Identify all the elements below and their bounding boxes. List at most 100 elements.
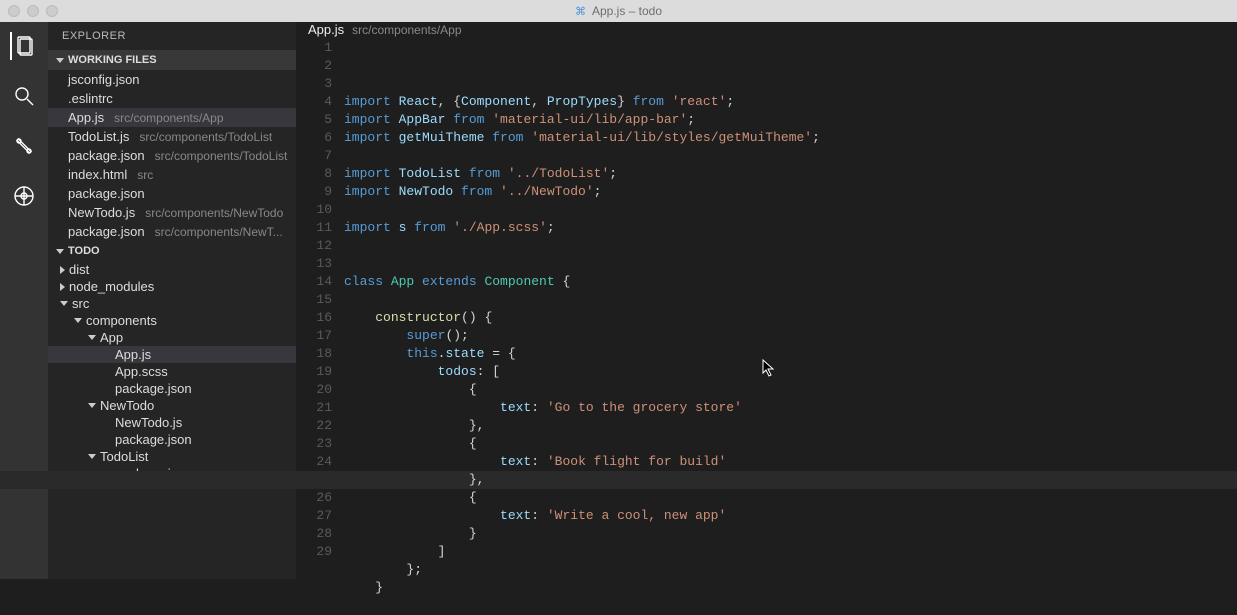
working-file-item[interactable]: index.htmlsrc bbox=[48, 165, 296, 184]
line-number: 29 bbox=[296, 543, 332, 561]
working-file-item[interactable]: package.json bbox=[48, 184, 296, 203]
code-line[interactable]: { bbox=[344, 381, 1237, 399]
tree-label: dist bbox=[69, 262, 89, 277]
line-number: 26 bbox=[296, 489, 332, 507]
tree-file[interactable]: App.js bbox=[48, 346, 296, 363]
working-file-item[interactable]: App.jssrc/components/App bbox=[48, 108, 296, 127]
explorer-icon[interactable] bbox=[10, 32, 38, 60]
tree-file[interactable]: package.json bbox=[48, 431, 296, 448]
chevron-right-icon bbox=[60, 283, 65, 291]
code-line[interactable]: } bbox=[344, 525, 1237, 543]
git-icon[interactable] bbox=[10, 132, 38, 160]
line-number: 21 bbox=[296, 399, 332, 417]
code-content[interactable]: import React, {Component, PropTypes} fro… bbox=[344, 37, 1237, 615]
tree-folder[interactable]: node_modules bbox=[48, 278, 296, 295]
code-line[interactable]: import TodoList from '../TodoList'; bbox=[344, 165, 1237, 183]
file-name: package.json bbox=[68, 186, 145, 201]
code-line[interactable]: text: 'Write a cool, new app' bbox=[344, 507, 1237, 525]
code-line[interactable]: import s from './App.scss'; bbox=[344, 219, 1237, 237]
tree-label: package.json bbox=[115, 432, 192, 447]
line-number: 5 bbox=[296, 111, 332, 129]
line-number: 28 bbox=[296, 525, 332, 543]
tree-folder[interactable]: src bbox=[48, 295, 296, 312]
tree-label: node_modules bbox=[69, 279, 154, 294]
tree-label: App.js bbox=[115, 347, 151, 362]
file-name: App.js bbox=[68, 110, 104, 125]
working-file-item[interactable]: jsconfig.json bbox=[48, 70, 296, 89]
file-path-hint: src bbox=[137, 168, 153, 182]
code-line[interactable]: this.state = { bbox=[344, 345, 1237, 363]
file-path-hint: src/components/NewT... bbox=[155, 225, 283, 239]
code-editor[interactable]: 1234567891011121314151617181920212223242… bbox=[296, 37, 1237, 615]
code-line[interactable]: import NewTodo from '../NewTodo'; bbox=[344, 183, 1237, 201]
tree-file[interactable]: NewTodo.js bbox=[48, 414, 296, 431]
code-line[interactable]: import AppBar from 'material-ui/lib/app-… bbox=[344, 111, 1237, 129]
working-file-item[interactable]: TodoList.jssrc/components/TodoList bbox=[48, 127, 296, 146]
project-header[interactable]: TODO bbox=[48, 241, 296, 261]
code-line[interactable]: super(); bbox=[344, 327, 1237, 345]
code-line[interactable] bbox=[344, 291, 1237, 309]
editor-tab[interactable]: App.js src/components/App bbox=[296, 22, 1237, 37]
code-line[interactable]: }; bbox=[344, 561, 1237, 579]
code-line[interactable]: import React, {Component, PropTypes} fro… bbox=[344, 93, 1237, 111]
code-line[interactable] bbox=[344, 201, 1237, 219]
line-number: 9 bbox=[296, 183, 332, 201]
code-line[interactable]: { bbox=[344, 435, 1237, 453]
tree-file[interactable]: package.json bbox=[48, 380, 296, 397]
code-line[interactable]: ] bbox=[344, 543, 1237, 561]
line-number: 10 bbox=[296, 201, 332, 219]
working-file-item[interactable]: package.jsonsrc/components/TodoList bbox=[48, 146, 296, 165]
project-label: TODO bbox=[68, 245, 100, 257]
line-number: 14 bbox=[296, 273, 332, 291]
working-file-item[interactable]: .eslintrc bbox=[48, 89, 296, 108]
tree-folder[interactable]: dist bbox=[48, 261, 296, 278]
code-line[interactable]: class App extends Component { bbox=[344, 273, 1237, 291]
code-line[interactable] bbox=[344, 147, 1237, 165]
file-name: .eslintrc bbox=[68, 91, 113, 106]
line-number: 4 bbox=[296, 93, 332, 111]
code-line[interactable] bbox=[344, 255, 1237, 273]
working-file-item[interactable]: NewTodo.jssrc/components/NewTodo bbox=[48, 203, 296, 222]
file-name: TodoList.js bbox=[68, 129, 129, 144]
code-line[interactable] bbox=[344, 597, 1237, 615]
working-file-item[interactable]: package.jsonsrc/components/NewT... bbox=[48, 222, 296, 241]
tree-label: App.scss bbox=[115, 364, 168, 379]
line-number: 8 bbox=[296, 165, 332, 183]
tree-folder[interactable]: NewTodo bbox=[48, 397, 296, 414]
file-path-hint: src/components/TodoList bbox=[155, 149, 288, 163]
tree-folder[interactable]: App bbox=[48, 329, 296, 346]
code-line[interactable]: import getMuiTheme from 'material-ui/lib… bbox=[344, 129, 1237, 147]
line-number: 27 bbox=[296, 507, 332, 525]
line-number: 6 bbox=[296, 129, 332, 147]
chevron-down-icon bbox=[88, 403, 96, 408]
code-line[interactable]: }, bbox=[0, 471, 1237, 489]
debug-icon[interactable] bbox=[10, 182, 38, 210]
code-line[interactable] bbox=[344, 237, 1237, 255]
code-line[interactable]: text: 'Book flight for build' bbox=[344, 453, 1237, 471]
window-title-text: App.js – todo bbox=[592, 4, 662, 18]
file-name: NewTodo.js bbox=[68, 205, 135, 220]
activity-bar bbox=[0, 22, 48, 579]
tree-file[interactable]: App.scss bbox=[48, 363, 296, 380]
line-number: 24 bbox=[296, 453, 332, 471]
chevron-down-icon bbox=[60, 301, 68, 306]
line-number: 20 bbox=[296, 381, 332, 399]
tree-label: NewTodo bbox=[100, 398, 154, 413]
code-line[interactable]: }, bbox=[344, 417, 1237, 435]
code-line[interactable]: { bbox=[344, 489, 1237, 507]
line-number: 11 bbox=[296, 219, 332, 237]
tree-folder[interactable]: components bbox=[48, 312, 296, 329]
tree-folder[interactable]: TodoList bbox=[48, 448, 296, 465]
window-titlebar: ⌘ App.js – todo bbox=[0, 0, 1237, 22]
code-line[interactable]: } bbox=[344, 579, 1237, 597]
code-line[interactable]: todos: [ bbox=[344, 363, 1237, 381]
code-line[interactable]: constructor() { bbox=[344, 309, 1237, 327]
window-title: ⌘ App.js – todo bbox=[0, 4, 1237, 18]
tree-label: NewTodo.js bbox=[115, 415, 182, 430]
vscode-icon: ⌘ bbox=[575, 5, 586, 18]
line-number: 2 bbox=[296, 57, 332, 75]
line-number: 3 bbox=[296, 75, 332, 93]
code-line[interactable]: text: 'Go to the grocery store' bbox=[344, 399, 1237, 417]
working-files-header[interactable]: WORKING FILES bbox=[48, 50, 296, 70]
search-icon[interactable] bbox=[10, 82, 38, 110]
